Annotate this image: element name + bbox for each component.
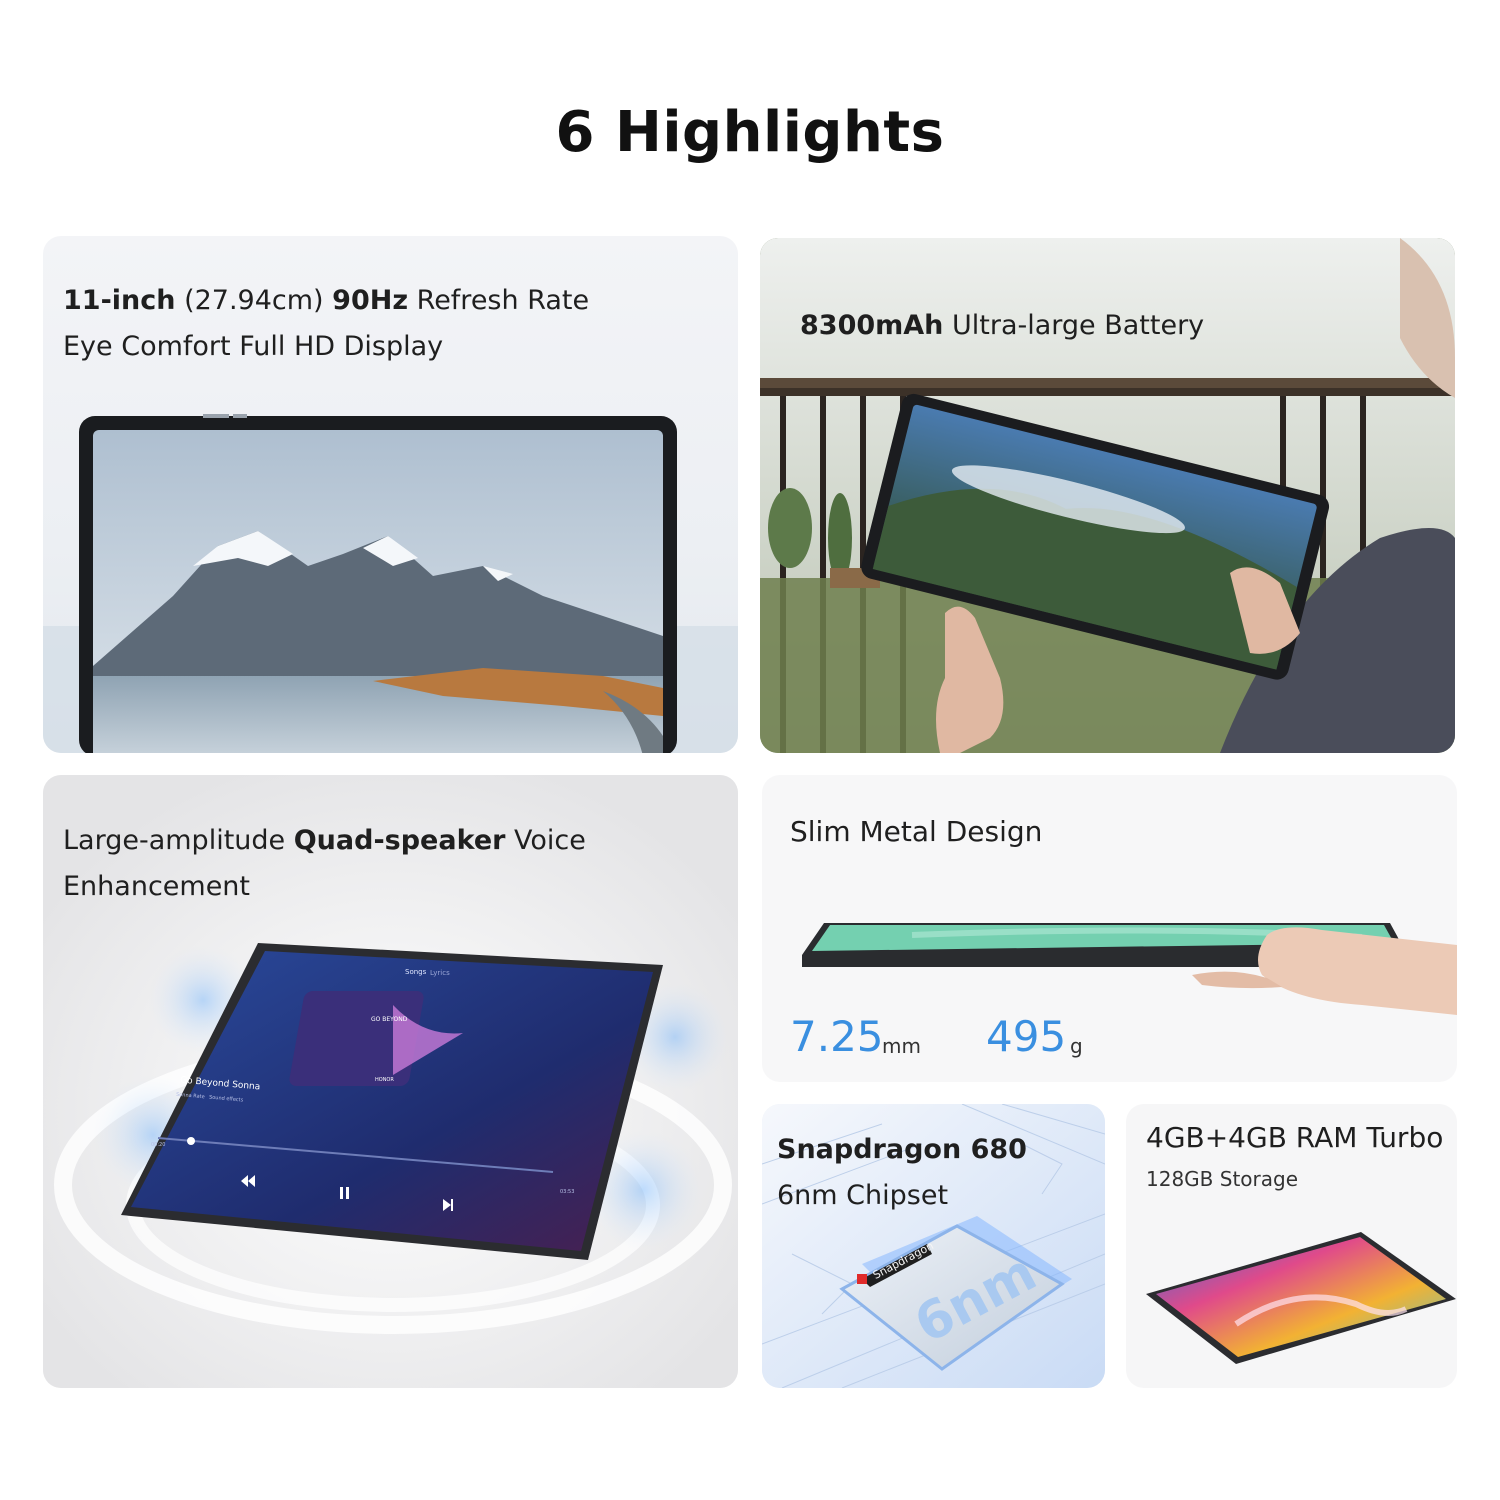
display-line-1: 11-inch (27.94cm) 90Hz Refresh Rate: [63, 285, 590, 316]
speaker-highlight-card: Large-amplitude Quad-speaker Voice Enhan…: [43, 775, 738, 1388]
speaker-line-1: Large-amplitude Quad-speaker Voice: [63, 825, 586, 856]
memory-subtitle: 128GB Storage: [1146, 1167, 1299, 1191]
speaker-line-2: Enhancement: [63, 871, 251, 902]
album-brand: HONOR: [375, 1077, 394, 1083]
weight-unit: g: [1070, 1034, 1083, 1058]
time-start: 00:20: [151, 1142, 166, 1148]
memory-title: 4GB+4GB RAM Turbo: [1146, 1121, 1444, 1154]
display-highlight-card: 11-inch (27.94cm) 90Hz Refresh Rate Eye …: [43, 236, 738, 753]
tab-songs: Songs: [405, 968, 427, 976]
weight-value: 495: [986, 1012, 1067, 1061]
design-title: Slim Metal Design: [790, 815, 1043, 848]
page-title: 6 Highlights: [555, 100, 945, 165]
battery-text: 8300mAh Ultra-large Battery: [800, 310, 1205, 341]
tab-lyrics: Lyrics: [430, 969, 450, 977]
album-title: GO BEYOND: [371, 1016, 408, 1023]
chipset-highlight-card: Snapdragon 680 6nm Chipset Snapdragon 6n…: [762, 1104, 1105, 1388]
thickness-unit: mm: [882, 1034, 921, 1058]
battery-highlight-card: 8300mAh Ultra-large Battery: [760, 238, 1455, 753]
chipset-line-1: Snapdragon 680: [777, 1134, 1027, 1165]
design-highlight-card: Slim Metal Design 7.25 mm 495 g: [762, 775, 1457, 1082]
thickness-value: 7.25: [790, 1012, 884, 1061]
chipset-line-2: 6nm Chipset: [777, 1180, 949, 1211]
time-end: 03:53: [560, 1189, 575, 1195]
display-line-2: Eye Comfort Full HD Display: [63, 331, 444, 362]
memory-highlight-card: 4GB+4GB RAM Turbo 128GB Storage: [1126, 1104, 1457, 1388]
